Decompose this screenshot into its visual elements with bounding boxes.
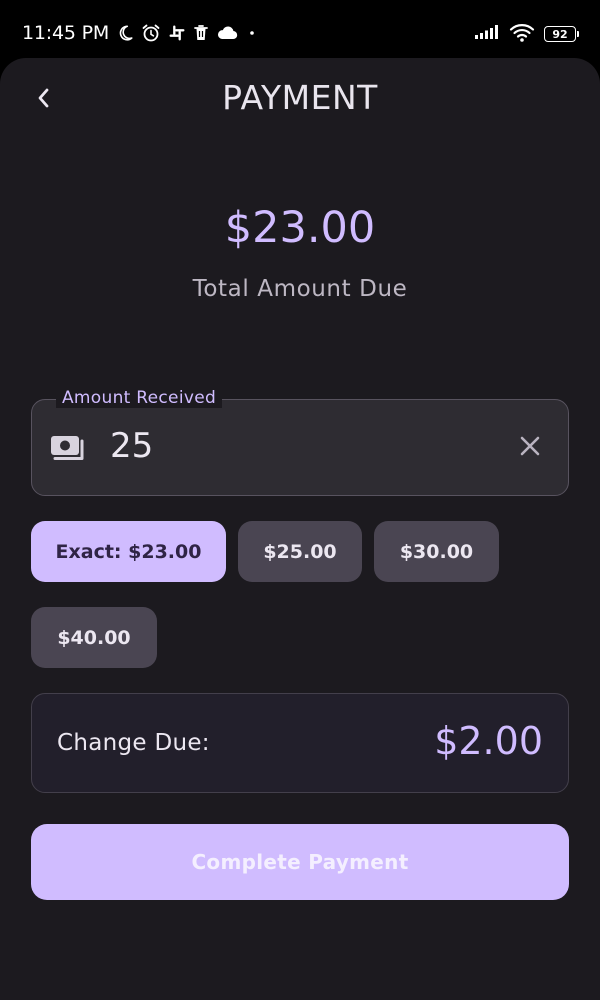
- status-left: 11:45 PM: [22, 22, 259, 44]
- signal-icon: [474, 24, 500, 44]
- battery-level: 92: [552, 27, 568, 41]
- status-time: 11:45 PM: [22, 22, 110, 44]
- change-due-value: $2.00: [434, 719, 543, 763]
- cloud-icon: [216, 25, 238, 41]
- wifi-icon: [509, 22, 535, 46]
- alarm-icon: [141, 23, 161, 43]
- payment-view: PAYMENT $23.00 Total Amount Due Amount R…: [0, 58, 600, 1000]
- moon-icon: [116, 24, 134, 42]
- quick-amount-40[interactable]: $40.00: [31, 607, 157, 668]
- trash-icon: [193, 24, 209, 42]
- quick-amount-30[interactable]: $30.00: [374, 521, 499, 582]
- amount-received-field[interactable]: Amount Received 25: [31, 388, 569, 496]
- clear-button[interactable]: [512, 430, 548, 466]
- complete-payment-button[interactable]: Complete Payment: [31, 824, 569, 900]
- change-due-card: Change Due: $2.00: [31, 693, 569, 793]
- slack-icon: [168, 24, 186, 42]
- money-icon: [49, 434, 85, 466]
- close-icon: [518, 434, 542, 462]
- payment-screen: 11:45 PM 92 PAYMENT $23.00 Total Amount …: [0, 0, 600, 1000]
- notification-dot-icon: [245, 26, 259, 40]
- amount-received-label: Amount Received: [56, 388, 223, 408]
- battery-indicator: 92: [544, 26, 579, 42]
- quick-amount-exact[interactable]: Exact: $23.00: [31, 521, 226, 582]
- change-due-label: Change Due:: [57, 730, 210, 756]
- status-bar: 11:45 PM 92: [0, 0, 600, 58]
- amount-received-input[interactable]: 25: [110, 424, 153, 468]
- quick-amount-25[interactable]: $25.00: [238, 521, 362, 582]
- total-amount-label: Total Amount Due: [192, 276, 408, 302]
- page-title: PAYMENT: [222, 78, 378, 117]
- status-right: 92: [474, 22, 579, 46]
- total-amount: $23.00: [224, 203, 376, 253]
